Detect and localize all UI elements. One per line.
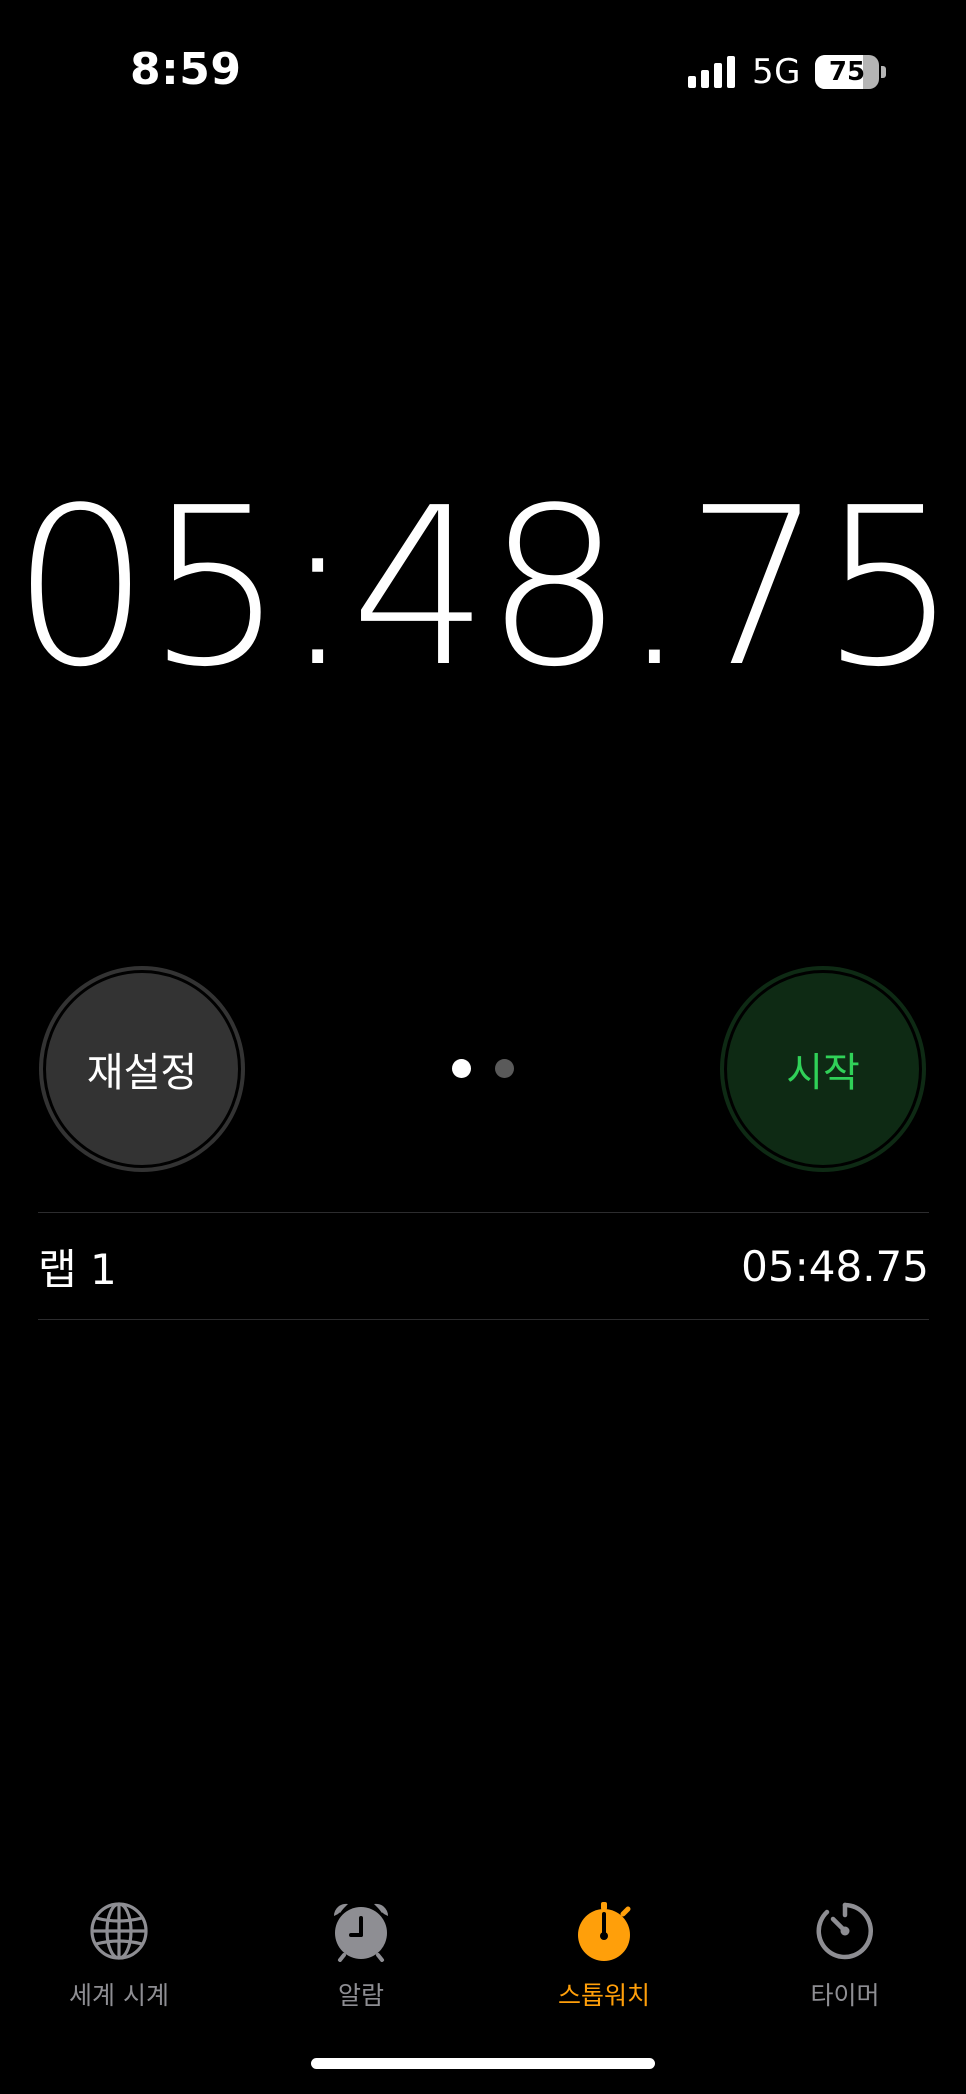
tab-timer[interactable]: 타이머 — [745, 1900, 945, 2012]
lap-row: 랩 1 05:48.75 — [38, 1213, 929, 1319]
page-indicator[interactable] — [452, 1059, 514, 1078]
battery-icon: 75 — [815, 55, 879, 89]
page-dot-2[interactable] — [495, 1059, 514, 1078]
page-dot-1[interactable] — [452, 1059, 471, 1078]
home-indicator[interactable] — [311, 2058, 655, 2069]
status-indicators: 5G 75 — [688, 52, 886, 92]
stopwatch-display: 05:48.75 — [11, 462, 959, 715]
start-button[interactable]: 시작 — [720, 966, 926, 1172]
tab-stopwatch-label: 스톱워치 — [557, 1981, 650, 2010]
cellular-signal-icon — [688, 56, 736, 88]
alarm-clock-icon — [333, 1903, 389, 1962]
battery-nub — [881, 66, 886, 78]
reset-button-label: 재설정 — [86, 1050, 198, 1096]
start-button-label: 시작 — [786, 1050, 860, 1096]
lap-divider — [38, 1319, 929, 1320]
status-time: 8:59 — [130, 44, 242, 95]
tab-alarm-label: 알람 — [337, 1981, 384, 2010]
reset-button[interactable]: 재설정 — [39, 966, 245, 1172]
tab-stopwatch[interactable]: 스톱워치 — [504, 1900, 704, 2012]
globe-icon — [90, 1902, 148, 1960]
battery-percentage: 75 — [828, 57, 866, 87]
timer-icon — [816, 1902, 873, 1960]
tab-bar: 세계 시계 알람 스톱워치 타이머 — [0, 1900, 966, 2010]
tab-world-clock[interactable]: 세계 시계 — [19, 1900, 219, 2012]
tab-alarm[interactable]: 알람 — [261, 1900, 461, 2012]
lap-label: 랩 1 — [38, 1244, 117, 1294]
lap-list: 랩 1 05:48.75 — [38, 1212, 929, 1320]
tab-world-clock-label: 세계 시계 — [69, 1981, 169, 2010]
network-type: 5G — [752, 52, 801, 92]
stopwatch-icon — [578, 1902, 631, 1961]
lap-time: 05:48.75 — [741, 1241, 929, 1291]
tab-timer-label: 타이머 — [810, 1981, 880, 2010]
